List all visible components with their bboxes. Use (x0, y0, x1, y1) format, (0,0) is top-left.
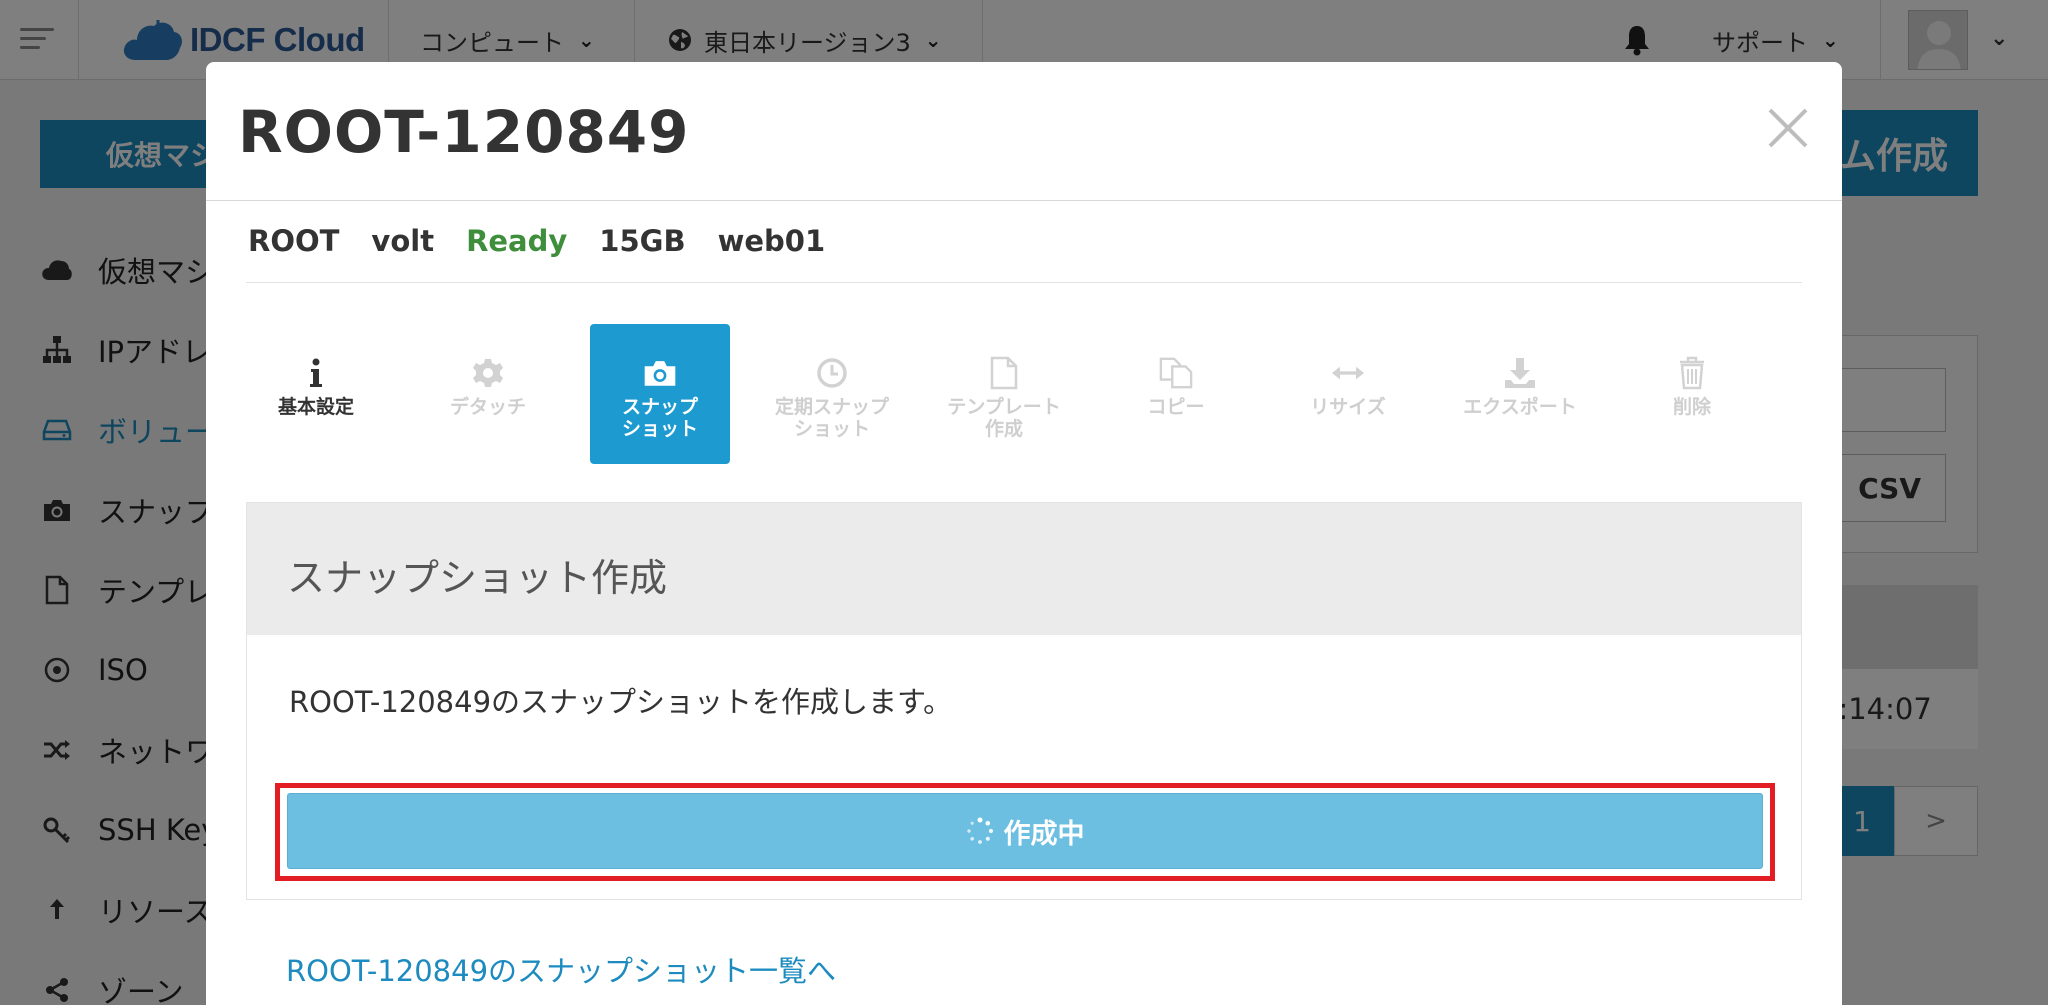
download-icon (1503, 356, 1537, 390)
action-snapshot[interactable]: スナップ ショット (590, 324, 730, 464)
file-icon (987, 356, 1021, 390)
snapshot-create-panel: スナップショット作成 ROOT-120849のスナップショットを作成します。 作… (246, 502, 1802, 900)
close-icon[interactable] (1764, 104, 1812, 152)
action-label: スナップ ショット (621, 396, 698, 440)
action-resize[interactable]: リサイズ (1278, 324, 1418, 464)
action-label: 削除 (1672, 396, 1711, 418)
action-label: 基本設定 (277, 396, 354, 418)
action-create-template[interactable]: テンプレート 作成 (934, 324, 1074, 464)
snapshot-list-link[interactable]: ROOT-120849のスナップショット一覧へ (286, 948, 836, 990)
resize-icon (1331, 356, 1365, 390)
action-label: リサイズ (1310, 396, 1386, 418)
volume-modal: ROOT-120849 ROOT volt Ready 15GB web01 基… (206, 62, 1842, 1005)
action-copy[interactable]: コピー (1106, 324, 1246, 464)
panel-title: スナップショット作成 (287, 556, 668, 600)
action-label: テンプレート 作成 (947, 396, 1061, 440)
attached-vm: web01 (717, 224, 826, 258)
divider (206, 200, 1842, 201)
spinner-icon (966, 817, 993, 844)
action-label: エクスポート (1463, 396, 1577, 418)
volume-meta: ROOT volt Ready 15GB web01 (248, 224, 857, 258)
action-export[interactable]: エクスポート (1450, 324, 1590, 464)
copy-icon (1159, 356, 1193, 390)
action-label: デタッチ (449, 396, 526, 418)
creating-button[interactable]: 作成中 (287, 793, 1763, 869)
volume-type: ROOT (248, 224, 340, 258)
action-delete[interactable]: 削除 (1622, 324, 1762, 464)
volume-zone: volt (371, 224, 435, 258)
info-icon (299, 356, 333, 390)
volume-size: 15GB (599, 224, 686, 258)
modal-title: ROOT-120849 (238, 98, 690, 166)
clock-icon (815, 356, 849, 390)
status-badge: Ready (466, 224, 568, 258)
camera-icon (643, 356, 677, 390)
action-detach[interactable]: デタッチ (418, 324, 558, 464)
action-basic-settings[interactable]: 基本設定 (246, 324, 386, 464)
panel-header: スナップショット作成 (247, 503, 1801, 635)
action-scheduled-snapshot[interactable]: 定期スナップ ショット (762, 324, 902, 464)
gear-icon (471, 356, 505, 390)
trash-icon (1675, 356, 1709, 390)
action-bar: 基本設定 デタッチ スナップ ショット 定期スナップ ショット テンプレート 作… (246, 324, 1794, 464)
creating-button-label: 作成中 (1003, 818, 1085, 850)
action-label: 定期スナップ ショット (774, 396, 889, 440)
panel-description: ROOT-120849のスナップショットを作成します。 (289, 685, 953, 719)
action-label: コピー (1147, 396, 1205, 418)
divider (246, 282, 1802, 283)
